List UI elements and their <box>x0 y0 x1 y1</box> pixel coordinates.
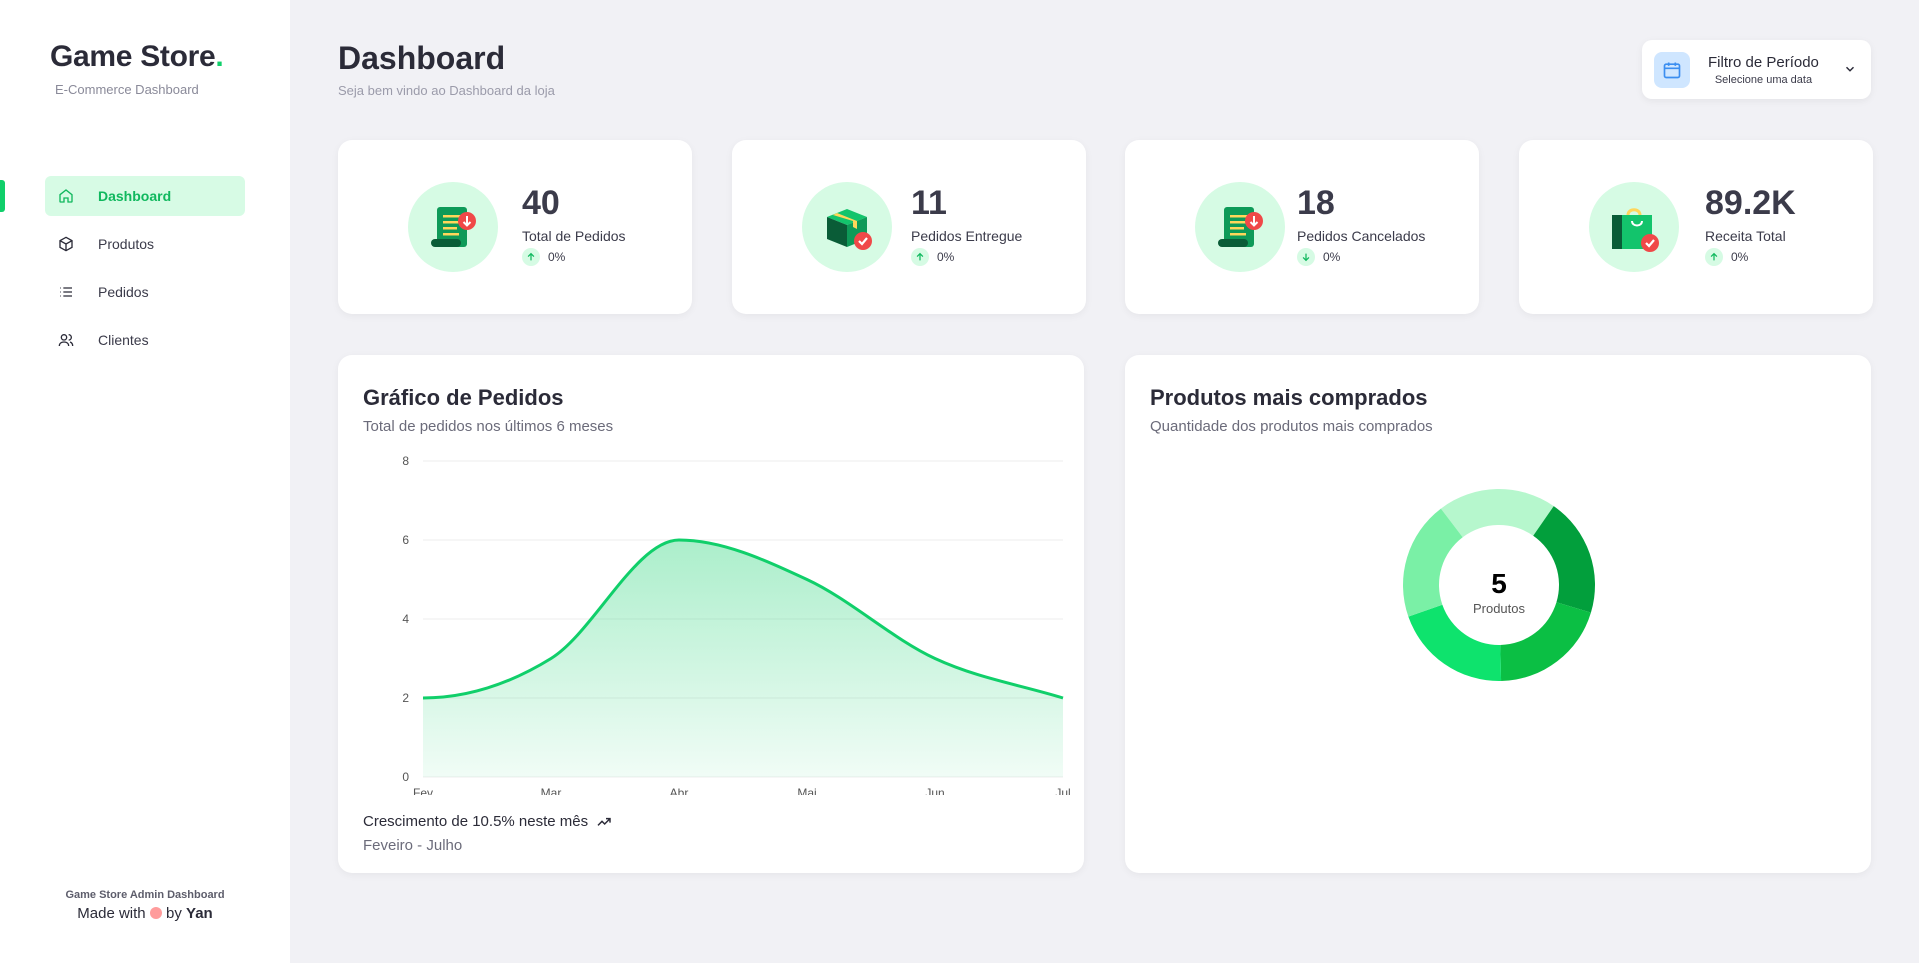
box-icon <box>57 235 75 253</box>
filter-title: Filtro de Período <box>1708 53 1819 71</box>
footer-by: by <box>166 905 182 922</box>
arrow-up-icon <box>911 248 929 266</box>
y-tick-label: 4 <box>402 612 409 626</box>
stat-label: Pedidos Entregue <box>911 228 1023 244</box>
stat-trend-value: 0% <box>1323 250 1341 264</box>
sidebar-item-clientes[interactable]: Clientes <box>45 320 245 360</box>
brand-name: Game Store <box>50 40 216 73</box>
stat-label: Pedidos Cancelados <box>1297 228 1426 244</box>
stat-label: Receita Total <box>1705 228 1786 244</box>
stat-value: 40 <box>522 184 560 222</box>
sidebar-item-label: Clientes <box>98 332 149 348</box>
donut-center-value: 5 <box>1491 568 1507 599</box>
sidebar: Game Store. E-Commerce Dashboard Dashboa… <box>0 0 290 963</box>
package-delivered-icon <box>802 182 892 272</box>
trending-up-icon <box>597 817 611 826</box>
growth-text: Crescimento de 10.5% neste mês <box>363 813 612 830</box>
footer-credit: Made with by Yan <box>0 905 290 922</box>
x-tick-label: Abr <box>670 786 689 795</box>
x-tick-label: Jul <box>1055 786 1070 795</box>
page-title: Dashboard <box>338 40 506 76</box>
stat-value: 11 <box>911 184 947 222</box>
footer-title: Game Store Admin Dashboard <box>65 889 225 901</box>
x-tick-label: Jun <box>925 786 944 795</box>
sidebar-item-label: Pedidos <box>98 284 149 300</box>
sidebar-nav: Dashboard Produtos Pedidos Clientes <box>45 176 245 368</box>
footer-author: Yan <box>186 905 213 922</box>
donut-slice[interactable] <box>1408 604 1502 681</box>
y-tick-label: 2 <box>402 691 409 705</box>
y-tick-label: 8 <box>402 454 409 468</box>
stat-value: 18 <box>1297 184 1335 222</box>
active-nav-marker <box>0 180 5 212</box>
x-tick-label: Mar <box>541 786 562 795</box>
page-subtitle: Seja bem vindo ao Dashboard da loja <box>338 83 555 98</box>
home-icon <box>57 187 75 205</box>
stat-trend-value: 0% <box>937 250 955 264</box>
stat-trend-value: 0% <box>1731 250 1749 264</box>
products-chart-panel: Produtos mais comprados Quantidade dos p… <box>1125 355 1871 873</box>
users-icon <box>57 331 75 349</box>
stat-label: Total de Pedidos <box>522 228 626 244</box>
stat-card-pedidos-cancelados: 18 Pedidos Cancelados 0% <box>1125 140 1479 314</box>
brand-dot: . <box>215 40 224 73</box>
x-tick-label: Fev <box>413 786 433 795</box>
stat-card-pedidos-entregue: 11 Pedidos Entregue 0% <box>732 140 1086 314</box>
y-tick-label: 0 <box>402 770 409 784</box>
area-fill <box>423 540 1063 777</box>
calendar-icon <box>1654 51 1690 88</box>
stat-trend: 0% <box>1705 248 1748 266</box>
orders-chart-panel: Gráfico de Pedidos Total de pedidos nos … <box>338 355 1084 873</box>
brand-subtitle: E-Commerce Dashboard <box>55 82 199 97</box>
stat-trend: 0% <box>1297 248 1340 266</box>
brand: Game Store. E-Commerce Dashboard <box>50 40 224 97</box>
receipt-icon <box>1195 182 1285 272</box>
footer-made-with: Made with <box>77 905 146 922</box>
period-filter-button[interactable]: Filtro de Período Selecione uma data <box>1642 40 1871 99</box>
orders-area-chart: 0 2 4 6 8 Fev Mar Abr Mai Jun Jul <box>402 454 1070 795</box>
shopping-bag-icon <box>1589 182 1679 272</box>
period-label: Feveiro - Julho <box>363 837 463 854</box>
donut-center-label: Produtos <box>1473 601 1526 616</box>
stat-trend: 0% <box>911 248 954 266</box>
y-tick-label: 6 <box>402 533 409 547</box>
stat-card-receita-total: 89.2K Receita Total 0% <box>1519 140 1873 314</box>
stat-value: 89.2K <box>1705 184 1796 222</box>
sidebar-item-pedidos[interactable]: Pedidos <box>45 272 245 312</box>
filter-text: Filtro de Período Selecione uma data <box>1708 54 1819 86</box>
sidebar-item-dashboard[interactable]: Dashboard <box>45 176 245 216</box>
brand-title: Game Store. <box>50 40 224 74</box>
donut-slice[interactable] <box>1440 489 1554 538</box>
chevron-down-icon <box>1843 62 1857 81</box>
heart-icon <box>149 907 162 919</box>
sidebar-item-label: Produtos <box>98 236 155 252</box>
sidebar-footer: Game Store Admin Dashboard Made with by … <box>0 889 290 922</box>
filter-subtitle: Selecione uma data <box>1714 73 1813 86</box>
stat-trend-value: 0% <box>548 250 566 264</box>
growth-label: Crescimento de 10.5% neste mês <box>363 813 589 830</box>
sidebar-item-produtos[interactable]: Produtos <box>45 224 245 264</box>
arrow-down-icon <box>1297 248 1315 266</box>
products-donut-chart: 5 Produtos <box>1403 489 1595 681</box>
list-icon <box>57 283 75 301</box>
x-tick-label: Mai <box>797 786 816 795</box>
stat-card-total-pedidos: 40 Total de Pedidos 0% <box>338 140 692 314</box>
arrow-up-icon <box>1705 248 1723 266</box>
sidebar-item-label: Dashboard <box>98 188 172 204</box>
receipt-icon <box>408 182 498 272</box>
stat-trend: 0% <box>522 248 565 266</box>
arrow-up-icon <box>522 248 540 266</box>
